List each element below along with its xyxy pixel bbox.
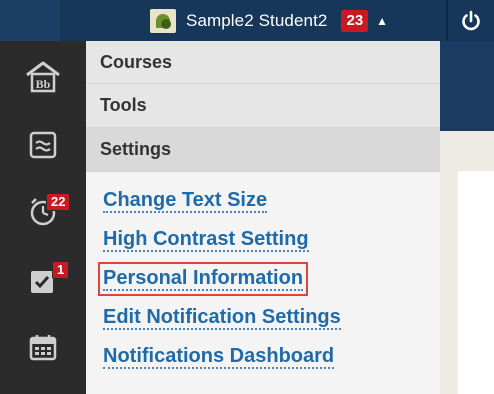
menu-section-settings[interactable]: Settings: [86, 128, 440, 172]
avatar: [150, 8, 176, 33]
logout-button[interactable]: [448, 0, 494, 41]
settings-links: Change Text Size High Contrast Setting P…: [86, 172, 440, 384]
sidebar-item-stream[interactable]: [0, 117, 86, 173]
due-dates-count-badge: 22: [46, 193, 71, 211]
notification-count-badge[interactable]: 23: [341, 9, 369, 32]
sidebar-item-due-dates[interactable]: 22: [0, 183, 86, 239]
power-icon: [462, 10, 480, 30]
caret-up-icon[interactable]: ▲: [376, 14, 388, 28]
background-page: [440, 41, 494, 394]
username-label: Sample2 Student2: [186, 10, 328, 30]
grades-count-badge: 1: [52, 261, 70, 279]
calendar-icon: [29, 335, 57, 361]
menu-section-tools[interactable]: Tools: [86, 84, 440, 128]
link-high-contrast-setting[interactable]: High Contrast Setting: [103, 228, 309, 252]
svg-text:Bb: Bb: [36, 77, 51, 91]
link-notifications-dashboard[interactable]: Notifications Dashboard: [103, 345, 335, 369]
user-menu-trigger[interactable]: Sample2 Student2 23 ▲: [150, 0, 388, 41]
top-bar: Sample2 Student2 23 ▲: [0, 0, 494, 41]
top-bar-left-area: [0, 0, 60, 41]
link-personal-information[interactable]: Personal Information: [97, 262, 309, 296]
blackboard-home-icon: Bb: [26, 61, 60, 93]
link-edit-notification-settings[interactable]: Edit Notification Settings: [103, 306, 341, 330]
stream-icon: [29, 131, 57, 159]
menu-section-courses[interactable]: Courses: [86, 41, 440, 84]
sidebar-item-calendar[interactable]: [0, 319, 86, 375]
global-nav-menu: Courses Tools Settings Change Text Size …: [86, 41, 440, 394]
sidebar-item-grades[interactable]: 1: [0, 253, 86, 309]
link-change-text-size[interactable]: Change Text Size: [103, 189, 268, 213]
sidebar-item-home[interactable]: Bb: [0, 49, 86, 105]
sidebar: Bb 22 1: [0, 41, 86, 394]
